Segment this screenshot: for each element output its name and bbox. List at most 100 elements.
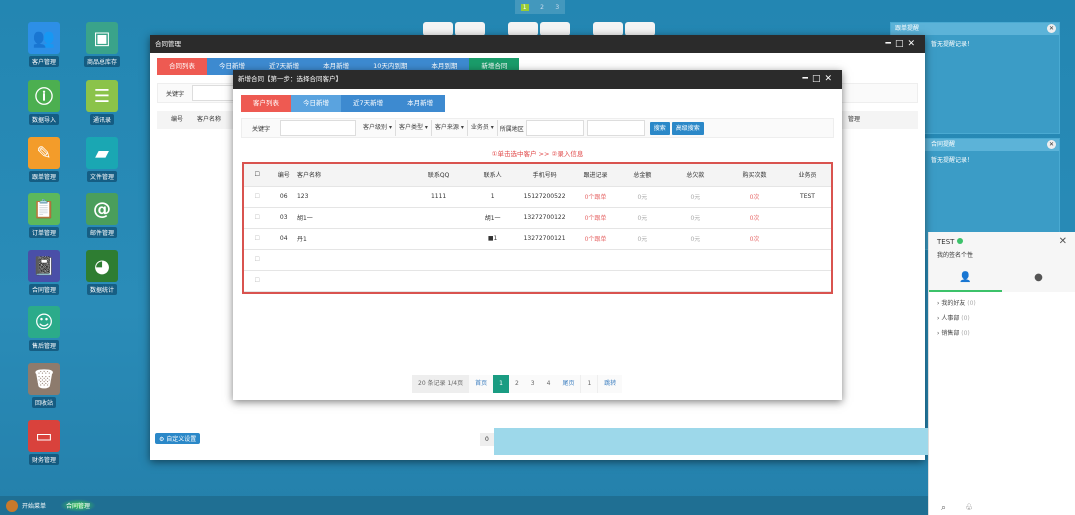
type-select[interactable]: 客户类型 ▾ [396,120,432,136]
contact-group[interactable]: › 我的好友 (0) [937,298,1067,307]
modal-tab[interactable]: 今日新增 [291,95,341,112]
level-select[interactable]: 客户级别 ▾ [360,120,396,136]
cell-sales: TEST [784,186,831,208]
widget[interactable] [625,22,655,36]
desktop-icon[interactable]: @ 邮件管理 [82,193,122,238]
desktop-icon[interactable]: 👥 客户管理 [24,22,64,67]
desktop-icon[interactable]: ▭ 财务管理 [24,420,64,465]
table-row[interactable]: ☐ [244,249,831,271]
cell-id: 04 [270,228,297,250]
source-select[interactable]: 客户来源 ▾ [432,120,468,136]
desktop-icon-label: 财务管理 [28,454,59,465]
pager-2[interactable]: 2 [540,4,544,11]
cell-amount: 0元 [618,186,666,208]
widget[interactable] [508,22,538,36]
close-icon[interactable]: ✕ [1047,24,1056,33]
window-controls[interactable]: ━□✕ [803,70,836,88]
search-icon[interactable]: ⌕ [941,503,946,513]
box-icon: ▣ [86,22,118,54]
start-menu[interactable]: 开始菜单 [22,501,46,510]
close-icon[interactable]: ✕ [1059,236,1067,247]
start-icon[interactable] [6,499,18,512]
sales-select[interactable]: 业务员 ▾ [468,120,498,136]
last-page[interactable]: 尾页 [556,375,580,393]
cell-amount: 0元 [618,228,666,250]
row-checkbox[interactable]: ☐ [244,186,271,208]
cell-qq [409,207,469,229]
close-icon[interactable]: ✕ [1047,140,1056,149]
desktop-icon[interactable]: ◕ 数据统计 [82,250,122,295]
first-page[interactable]: 首页 [469,375,493,393]
desktop-icon[interactable]: ✎ 跟单管理 [24,137,64,182]
desktop-icon-label: 跟单管理 [28,171,59,182]
contacts-tab-user-icon[interactable]: 👤 [929,272,1002,292]
desktop-icon[interactable]: 📋 订单管理 [24,193,64,238]
desktop-icon[interactable]: 📓 合同管理 [24,250,64,295]
cell-id: 03 [270,207,297,229]
page-2[interactable]: 2 [509,375,525,393]
widget[interactable] [593,22,623,36]
keyword-input[interactable] [280,120,357,136]
goto-page-input[interactable]: 1 [580,375,599,393]
cell-contact [468,270,518,292]
cell-follow: 0个跟单 [572,228,619,250]
skin-icon[interactable]: ♧ [965,503,973,513]
agent-icon: ☺ [28,306,60,338]
page-4[interactable]: 4 [541,375,557,393]
row-checkbox[interactable]: ☐ [244,207,271,229]
task-contract[interactable]: 合同管理 [60,499,97,512]
desktop-icon[interactable]: ☰ 通讯录 [82,80,122,125]
row-checkbox[interactable]: ☐ [244,249,271,271]
cell-amount [618,249,666,271]
cell-amount [618,270,666,292]
column-header: 购买次数 [724,164,785,187]
contact-group[interactable]: › 销售部 (0) [937,328,1067,337]
modal-tab[interactable]: 客户列表 [241,95,291,112]
desktop-icon[interactable]: ▰ 文件管理 [82,137,122,182]
desktop-icon[interactable]: 🗑 回收站 [24,363,64,408]
region-input-2[interactable] [586,120,645,136]
cell-name [296,270,410,292]
advanced-search-button[interactable]: 高级搜索 [671,121,704,135]
groups-tab-chat-icon[interactable]: ● [1002,272,1075,292]
list-icon: ☰ [86,80,118,112]
row-checkbox[interactable]: ☐ [244,228,271,250]
widget[interactable] [423,22,453,36]
cell-contact [468,249,518,271]
desktop-icon-label: 商品总库存 [83,56,120,67]
modal-tab[interactable]: 近7天新增 [341,95,396,112]
cell-phone [517,249,573,271]
cell-sales [784,207,831,229]
region-input-1[interactable] [525,120,584,136]
region-label: 所属地区 [499,125,524,133]
custom-settings-button[interactable]: ⚙ 自定义设置 [155,433,201,444]
cell-follow [572,270,619,292]
contact-group[interactable]: › 人事部 (0) [937,313,1067,322]
go-button[interactable]: 跳转 [598,375,622,393]
desktop-icon[interactable]: ⓘ 数据导入 [24,80,64,125]
row-checkbox[interactable]: ☐ [244,270,271,292]
table-row[interactable]: ☐ [244,270,831,292]
table-row[interactable]: ☐ 03 胡1一 胡1一 13272700122 0个跟单 0元 0元 0次 [244,207,831,229]
select-all-checkbox[interactable]: ☐ [244,164,271,187]
contract-tab[interactable]: 合同列表 [157,58,207,75]
desktop-icon[interactable]: ▣ 商品总库存 [82,22,122,67]
table-row[interactable]: ☐ 06 123 1111 1 15127200522 0个跟单 0元 0元 0次 TEST [244,186,831,208]
pager-3[interactable]: 3 [555,4,559,11]
desktop-icon[interactable]: ☺ 售后管理 [24,306,64,351]
page-1[interactable]: 1 [493,375,509,393]
table-row[interactable]: ☐ 04 丹1 ■1 13272700121 0个跟单 0元 0元 0次 [244,228,831,250]
column-header: 编号 [270,164,297,187]
widget[interactable] [540,22,570,36]
customer-table: ☐ 编号 客户名称 联系QQ 联系人 手机号码 跟进记录 总金额 总欠款 购买次数 业务员 ☐ 06 1… [244,164,831,292]
cell-name: 丹1 [296,228,410,250]
cell-times: 0次 [724,186,785,208]
cell-qq [409,228,469,250]
pager-1[interactable]: 1 [520,3,529,11]
column-header: 客户名称 [296,164,410,187]
modal-tab[interactable]: 本月新增 [395,95,446,112]
search-button[interactable]: 搜索 [649,121,670,135]
page-3[interactable]: 3 [525,375,541,393]
widget[interactable] [455,22,485,36]
window-controls[interactable]: ━□✕ [886,35,919,53]
